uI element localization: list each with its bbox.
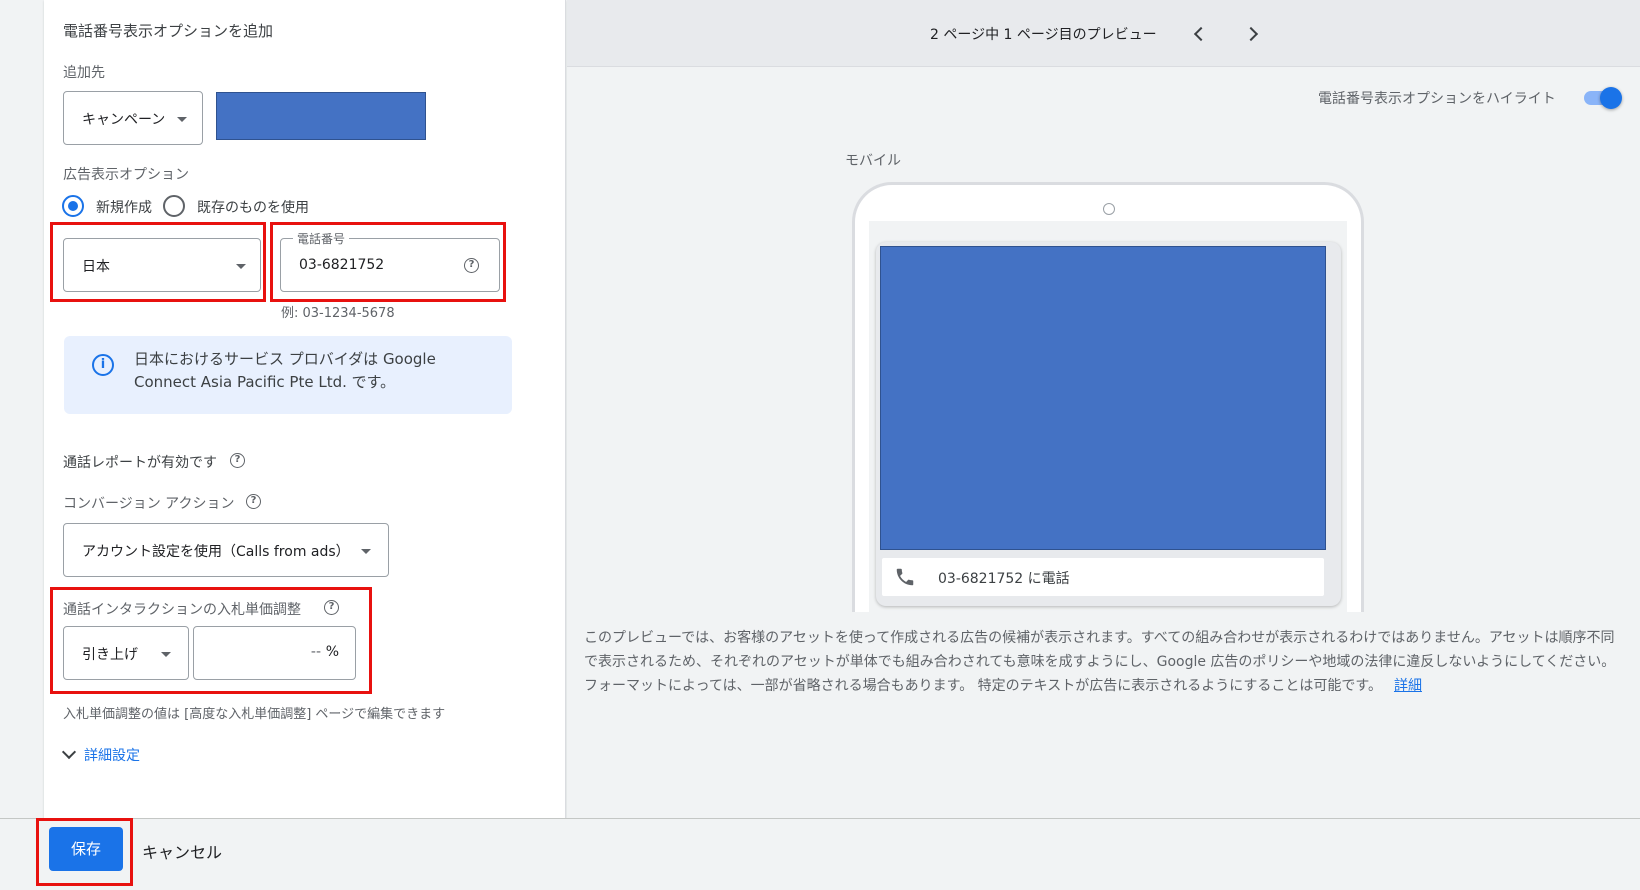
panel-title: 電話番号表示オプションを追加 — [63, 22, 274, 40]
country-select-value: 日本 — [82, 259, 110, 275]
info-text: 日本におけるサービス プロバイダは Google Connect Asia Pa… — [134, 350, 436, 391]
ad-extension-label: 広告表示オプション — [63, 167, 189, 183]
chevron-right-icon — [1243, 26, 1259, 42]
save-button[interactable]: 保存 — [49, 827, 123, 871]
help-icon[interactable]: ? — [230, 453, 245, 468]
prev-page-button[interactable] — [1188, 22, 1212, 46]
bottom-action-bar — [0, 818, 1640, 890]
cancel-button[interactable]: キャンセル — [142, 839, 222, 863]
info-icon: i — [92, 354, 114, 376]
country-select[interactable]: 日本 — [63, 238, 261, 292]
advanced-settings-toggle[interactable]: 詳細設定 — [61, 744, 171, 766]
phone-number-value: 03-6821752 — [299, 257, 385, 273]
info-box: i 日本におけるサービス プロバイダは Google Connect Asia … — [64, 336, 512, 414]
conversion-action-value: アカウント設定を使用（Calls from ads） — [82, 544, 350, 560]
chevron-down-icon — [61, 744, 77, 760]
caret-down-icon — [161, 652, 171, 657]
radio-existing[interactable] — [163, 195, 185, 217]
bid-adjustment-note: 入札単価調整の値は [高度な入札単価調整] ページで編集できます — [63, 707, 446, 722]
add-to-label: 追加先 — [63, 65, 105, 81]
call-report-label: 通話レポートが有効です — [63, 455, 217, 471]
caret-down-icon — [236, 264, 246, 269]
call-extension-text: 03-6821752 に電話 — [938, 571, 1070, 587]
radio-existing-label: 既存のものを使用 — [197, 200, 309, 216]
conversion-action-select[interactable]: アカウント設定を使用（Calls from ads） — [63, 523, 389, 577]
phone-example-hint: 例: 03-1234-5678 — [281, 306, 395, 321]
highlight-toggle-label: 電話番号表示オプションをハイライト — [1318, 91, 1556, 107]
scope-select[interactable]: キャンペーン — [63, 91, 203, 145]
highlight-toggle[interactable] — [1582, 86, 1622, 110]
preview-disclaimer-text: このプレビューでは、お客様のアセットを使って作成される広告の候補が表示されます。… — [584, 630, 1616, 694]
bid-direction-value: 引き上げ — [82, 647, 138, 663]
bid-adjustment-label: 通話インタラクションの入札単価調整 — [63, 602, 301, 618]
radio-new-label: 新規作成 — [96, 200, 152, 216]
radio-checked-dot — [68, 201, 78, 211]
chevron-left-icon — [1193, 26, 1209, 42]
scope-select-value: キャンペーン — [82, 112, 166, 128]
preview-disclaimer: このプレビューでは、お客様のアセットを使って作成される広告の候補が表示されます。… — [584, 626, 1624, 698]
redacted-campaign-name — [216, 92, 426, 140]
call-extension-row[interactable]: 03-6821752 に電話 — [882, 558, 1324, 596]
ad-preview-card: 03-6821752 に電話 — [876, 242, 1341, 606]
device-label: モバイル — [845, 153, 901, 169]
phone-number-field[interactable]: 電話番号 03-6821752 ? — [280, 230, 500, 292]
next-page-button[interactable] — [1242, 22, 1266, 46]
bid-value-placeholder: -- — [310, 644, 321, 660]
camera-dot — [1103, 203, 1115, 215]
help-icon[interactable]: ? — [464, 258, 479, 273]
toggle-thumb — [1600, 87, 1622, 109]
caret-down-icon — [361, 549, 371, 554]
bid-value-input[interactable]: -- % — [193, 626, 356, 680]
preview-pager-text: 2 ページ中 1 ページ目のプレビュー — [930, 27, 1157, 43]
help-icon[interactable]: ? — [324, 600, 339, 615]
bid-unit: % — [325, 644, 339, 660]
help-icon[interactable]: ? — [246, 494, 261, 509]
caret-down-icon — [177, 117, 187, 122]
redacted-ad-content — [880, 246, 1326, 550]
radio-new[interactable] — [62, 195, 84, 217]
phone-field-label: 電話番号 — [293, 230, 350, 247]
phone-icon — [896, 568, 914, 586]
advanced-settings-link: 詳細設定 — [84, 748, 140, 764]
learn-more-link[interactable]: 詳細 — [1394, 678, 1422, 694]
bid-direction-select[interactable]: 引き上げ — [63, 626, 189, 680]
conversion-action-label: コンバージョン アクション — [63, 496, 235, 512]
